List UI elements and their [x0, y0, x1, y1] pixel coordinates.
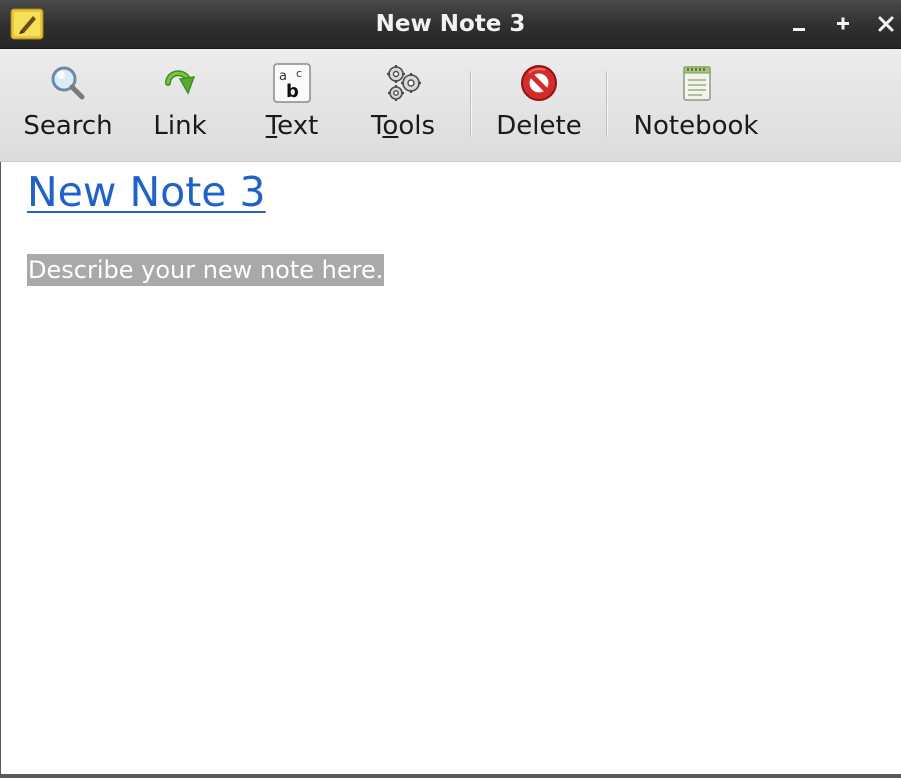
- link-label: Link: [153, 111, 207, 141]
- notebook-button[interactable]: Notebook: [623, 49, 769, 161]
- gears-icon: [387, 65, 421, 101]
- window-title: New Note 3: [375, 11, 526, 37]
- text-label-rest: ext: [277, 111, 319, 141]
- tools-label: Tools: [361, 109, 445, 143]
- close-button[interactable]: [872, 8, 900, 40]
- text-style-icon: a c b: [273, 63, 311, 103]
- search-button[interactable]: Search: [18, 49, 118, 161]
- note-title[interactable]: New Note 3: [27, 166, 266, 218]
- note-editor[interactable]: New Note 3 Describe your new note here.: [0, 162, 901, 778]
- notebook-label: Notebook: [633, 111, 759, 141]
- svg-text:b: b: [286, 81, 299, 102]
- toolbar-separator: [606, 71, 607, 137]
- close-icon: [878, 16, 894, 32]
- tools-label-rest: ols: [398, 111, 436, 141]
- note-body-selected-text[interactable]: Describe your new note here.: [27, 254, 385, 286]
- red-no-entry-icon: [521, 65, 557, 101]
- maximize-icon: [837, 17, 849, 30]
- minimize-icon: [793, 28, 805, 31]
- delete-label: Delete: [496, 111, 582, 141]
- tools-button[interactable]: Tools: [361, 49, 445, 161]
- maximize-button[interactable]: [829, 8, 857, 40]
- green-arrow-icon: [165, 70, 196, 95]
- minimize-button[interactable]: [785, 8, 813, 40]
- text-mnemonic: T: [265, 111, 278, 141]
- title-bar[interactable]: New Note 3: [0, 0, 901, 49]
- toolbar-separator: [470, 71, 471, 137]
- notebook-icon: [683, 66, 711, 101]
- text-label: Text: [250, 109, 334, 143]
- note-window: New Note 3 Search Link a c b Text Tools …: [0, 0, 901, 778]
- svg-text:c: c: [296, 67, 302, 80]
- search-label: Search: [23, 111, 113, 141]
- window-bottom-border: [0, 774, 901, 778]
- link-button[interactable]: Link: [140, 49, 220, 161]
- text-button[interactable]: a c b Text: [250, 49, 334, 161]
- tools-label-pre: T: [370, 111, 383, 141]
- magnifier-icon: [51, 66, 85, 100]
- delete-button[interactable]: Delete: [488, 49, 590, 161]
- tools-mnemonic: o: [382, 111, 399, 141]
- toolbar: Search Link a c b Text Tools Delete Note…: [0, 49, 901, 162]
